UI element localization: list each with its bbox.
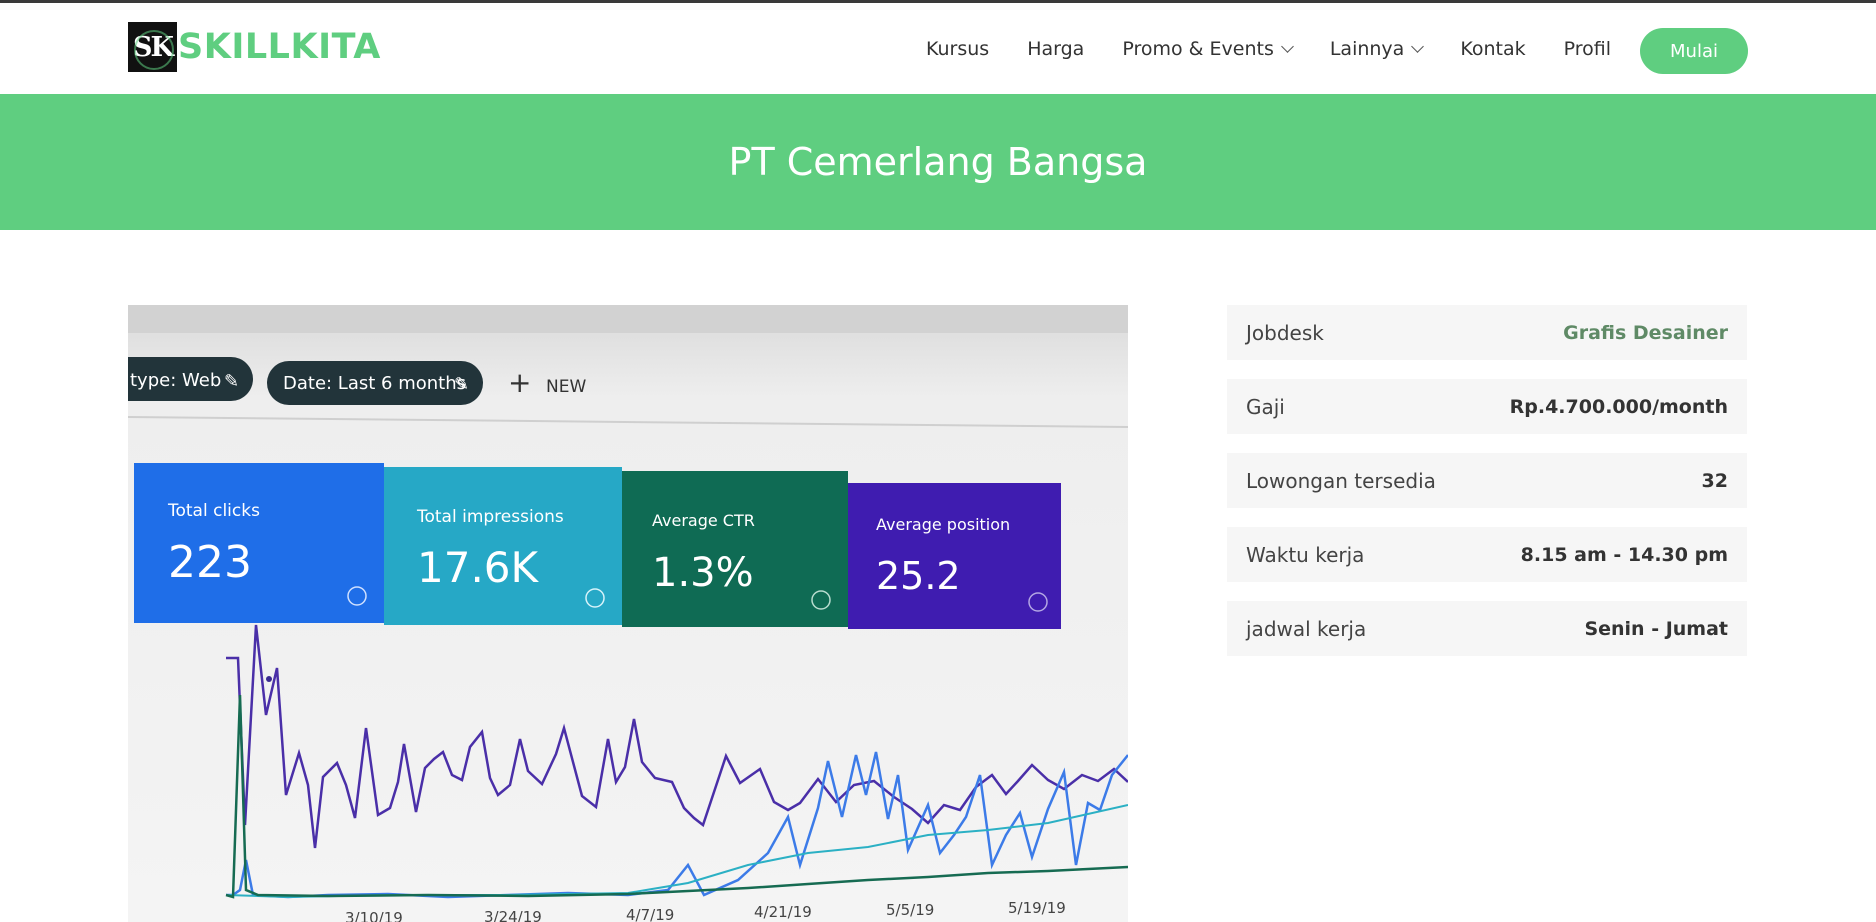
date-tick: 3/24/19 xyxy=(484,908,542,922)
metric-value: 223 xyxy=(168,537,252,588)
main-nav: Kursus Harga Promo & Events Lainnya Kont… xyxy=(926,27,1649,71)
info-label: Waktu kerja xyxy=(1246,542,1365,567)
nav-item-lainnya[interactable]: Lainnya xyxy=(1330,38,1425,60)
chevron-down-icon xyxy=(1280,40,1294,53)
info-label: jadwal kerja xyxy=(1246,616,1367,641)
chevron-down-icon xyxy=(1411,40,1425,53)
job-photo: type: Web ✎ Date: Last 6 months ✎ + NEW … xyxy=(128,305,1128,922)
date-tick: 4/21/19 xyxy=(754,903,812,921)
info-row-lowongan: Lowongan tersedia 32 xyxy=(1227,453,1747,508)
metric-label: Total clicks xyxy=(167,501,260,521)
logo-mark-icon: SK xyxy=(128,22,177,72)
filter-chip-label: Date: Last 6 months xyxy=(283,373,466,394)
brand-name: SKILLKITA xyxy=(178,27,381,67)
metric-tile-ctr xyxy=(622,471,848,627)
filter-chip-label: type: Web xyxy=(130,370,221,391)
info-label: Lowongan tersedia xyxy=(1246,468,1436,493)
info-row-jadwal-kerja: jadwal kerja Senin - Jumat xyxy=(1227,601,1747,656)
info-label: Jobdesk xyxy=(1246,320,1324,345)
plus-icon: + xyxy=(508,366,531,399)
metric-label: Average position xyxy=(876,515,1010,534)
info-value: 8.15 am - 14.30 pm xyxy=(1520,543,1728,566)
nav-item-kontak[interactable]: Kontak xyxy=(1460,38,1525,60)
analytics-dashboard-photo: type: Web ✎ Date: Last 6 months ✎ + NEW … xyxy=(128,305,1128,922)
info-value: Senin - Jumat xyxy=(1584,617,1728,640)
metric-label: Average CTR xyxy=(652,511,755,530)
job-info-panel: Jobdesk Grafis Desainer Gaji Rp.4.700.00… xyxy=(1227,305,1747,675)
metric-value: 1.3% xyxy=(652,550,754,596)
date-tick: 5/19/19 xyxy=(1008,899,1066,917)
mulai-button[interactable]: Mulai xyxy=(1640,28,1748,74)
site-header: SK SKILLKITA Kursus Harga Promo & Events… xyxy=(0,3,1876,94)
date-tick: 3/10/19 xyxy=(345,909,403,922)
new-label: NEW xyxy=(546,377,586,397)
info-row-jobdesk: Jobdesk Grafis Desainer xyxy=(1227,305,1747,360)
page-banner: PT Cemerlang Bangsa xyxy=(0,94,1876,230)
metric-value: 25.2 xyxy=(876,554,961,598)
pencil-icon: ✎ xyxy=(454,374,469,395)
info-value: Grafis Desainer xyxy=(1563,321,1728,344)
brand-logo[interactable]: SK SKILLKITA xyxy=(128,22,381,72)
date-tick: 5/5/19 xyxy=(886,901,934,919)
metric-label: Total impressions xyxy=(416,507,564,527)
info-value: Rp.4.700.000/month xyxy=(1509,395,1728,418)
date-tick: 4/7/19 xyxy=(626,906,674,922)
info-label: Gaji xyxy=(1246,394,1285,419)
nav-item-harga[interactable]: Harga xyxy=(1027,38,1084,60)
info-row-waktu-kerja: Waktu kerja 8.15 am - 14.30 pm xyxy=(1227,527,1747,582)
info-value: 32 xyxy=(1701,469,1728,492)
metric-value: 17.6K xyxy=(417,543,540,592)
nav-item-kursus[interactable]: Kursus xyxy=(926,38,989,60)
pencil-icon: ✎ xyxy=(224,371,239,392)
nav-item-promo-events[interactable]: Promo & Events xyxy=(1122,38,1294,60)
nav-item-profil[interactable]: Profil xyxy=(1564,38,1611,60)
info-row-gaji: Gaji Rp.4.700.000/month xyxy=(1227,379,1747,434)
page-title: PT Cemerlang Bangsa xyxy=(728,140,1148,184)
